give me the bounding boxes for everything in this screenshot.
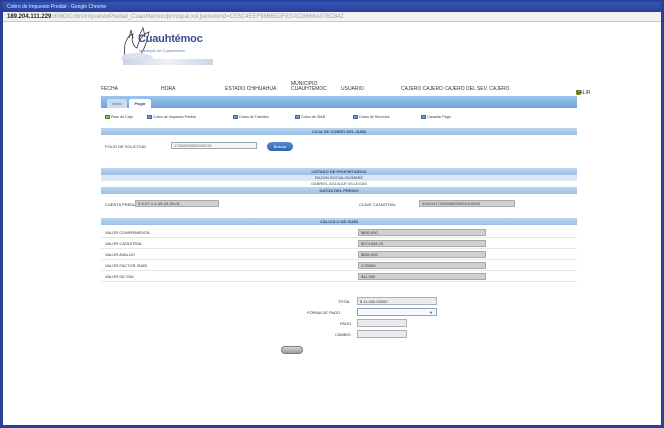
predio-title: DATOS DEL PREDIO — [101, 187, 577, 194]
cambio-value — [357, 330, 407, 338]
list-icon — [105, 115, 110, 120]
address-bar[interactable]: 189.204.111.229:8080/CobroImpuestoPredia… — [3, 12, 661, 22]
folio-input[interactable]: 17000000000000113 — [171, 142, 257, 149]
salir-label: SALIR — [576, 90, 591, 96]
calc-row: VALOR CATASTRAL $274,656.75 — [101, 238, 577, 249]
page-container: Cuauhtémoc Municipio de Cuauhtémoc FECHA… — [101, 22, 590, 367]
cuenta-predial-value: 0-5-57-1-1-45-25-30-01 — [135, 200, 219, 207]
document-icon — [421, 115, 426, 120]
toolbar-item-cobro-tramites[interactable]: Cobro de Trámites — [233, 115, 269, 120]
tab-inicio[interactable]: Inicio — [107, 99, 127, 108]
hora-label: HORA — [161, 86, 176, 92]
total-label: TOTAL — [338, 299, 351, 304]
window-title: Cobro de Impuesto Predial - Google Chrom… — [3, 2, 661, 12]
document-icon — [353, 115, 358, 120]
municipal-logo: Cuauhtémoc Municipio de Cuauhtémoc — [117, 26, 213, 70]
calc-row: VALOR COMPRAVENTA $600,000 — [101, 227, 577, 238]
tab-bar: Inicio Pagar — [101, 96, 577, 108]
pay-button[interactable] — [281, 346, 303, 354]
toolbar-item-cobro-predial[interactable]: Cobro de Impuesto Predial — [147, 115, 196, 120]
pago-input[interactable] — [357, 319, 407, 327]
forma-pago-select[interactable]: ▼ — [357, 308, 437, 316]
fecha-label: FECHA — [101, 86, 118, 92]
cambio-label: CAMBIO — [335, 332, 351, 337]
toolbar-item-pase-caja[interactable]: Pase de Caja — [105, 115, 133, 120]
usuario-label: USUARIO — [341, 86, 364, 92]
address-path: :8080/CobroImpuestoPredial_Cuauhtemoc/pr… — [51, 14, 344, 20]
calc-row: VALOR FACTOR ISABI 2.00000 — [101, 260, 577, 271]
forma-pago-label: FORMA DE PAGO — [307, 310, 341, 315]
toolbar-item-cobro-isab[interactable]: Cobro de ISAB — [295, 115, 325, 120]
clave-catastral-label: CLAVE CATASTRAL — [359, 202, 396, 207]
document-icon — [147, 115, 152, 120]
buscar-button[interactable]: Buscar — [267, 142, 293, 151]
calculo-title: CÁLCULO DE ISABI — [101, 218, 577, 225]
calc-row: VALOR AVALÚO $550,000 — [101, 249, 577, 260]
page-viewport: Cuauhtémoc Municipio de Cuauhtémoc FECHA… — [3, 22, 661, 425]
document-icon — [295, 115, 300, 120]
chevron-down-icon: ▼ — [429, 310, 433, 315]
toolbar-item-cancelar-pago[interactable]: Cancelar Pago — [421, 115, 451, 120]
logo-text: Cuauhtémoc — [138, 33, 203, 45]
calc-row: VALOR DE ISAI $11,000 — [101, 271, 577, 282]
logo-subtext: Municipio de Cuauhtémoc — [139, 48, 186, 53]
propietarios-title: LISTADO DE PROPIETARIOS — [101, 168, 577, 175]
header-info-row: FECHA HORA ESTADO CHIHUAHUA MUNICIPIO CU… — [101, 81, 590, 97]
usuario-value: CAJERO CAJERO CAJERO DEL SEV. CAJERO — [401, 86, 510, 92]
folio-label: FOLIO DE SOLICITUD — [105, 144, 147, 149]
caja-title: CAJA DE COBRO DEL ISABI — [101, 128, 577, 135]
estado-label: ESTADO CHIHUAHUA — [225, 86, 277, 92]
logo-strip — [123, 59, 213, 65]
total-value: $ 11,000.00000 — [357, 297, 437, 305]
action-toolbar: Pase de Caja Cobro de Impuesto Predial C… — [101, 112, 577, 122]
tab-pagar[interactable]: Pagar — [129, 99, 151, 108]
document-icon — [233, 115, 238, 120]
toolbar-item-cobro-servicios[interactable]: Cobro de Servicios — [353, 115, 389, 120]
clave-catastral-value: 02001017230005025023010000 — [419, 200, 515, 207]
pago-label: PAGO — [340, 321, 352, 326]
address-host: 189.204.111.229 — [7, 14, 52, 20]
municipio-label: MUNICIPIO CUAUHTÉMOC — [291, 81, 327, 92]
